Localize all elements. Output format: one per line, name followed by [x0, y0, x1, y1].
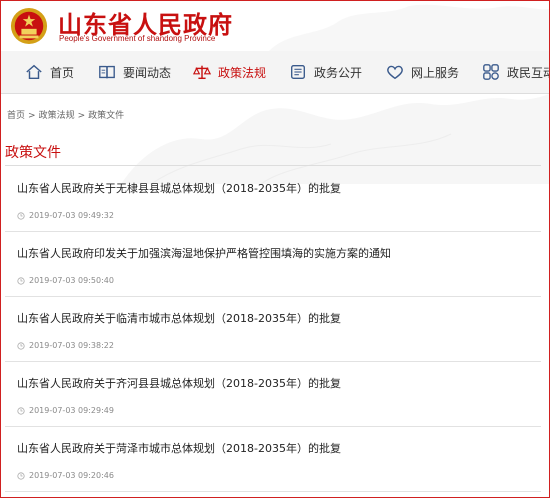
article-meta: 2019-07-03 09:38:22	[17, 341, 114, 350]
document-icon	[291, 65, 305, 79]
header-map-decoration	[269, 4, 549, 51]
clock-icon	[17, 406, 25, 415]
breadcrumb-home-link[interactable]: 首页	[7, 111, 25, 121]
article-title-link[interactable]: 山东省人民政府关于临清市城市总体规划（2018-2035年）的批复	[17, 310, 341, 326]
article-title-link[interactable]: 山东省人民政府关于齐河县县城总体规划（2018-2035年）的批复	[17, 375, 341, 391]
nav-item-home[interactable]: 首页	[25, 51, 74, 93]
site-header: 山东省人民政府 People's Government of shandong …	[1, 1, 549, 51]
nav-item-gov-affairs[interactable]: 政务公开	[289, 51, 362, 93]
article-datetime: 2019-07-03 09:29:49	[29, 406, 114, 415]
nav-item-policy[interactable]: 政策法规	[193, 51, 266, 93]
clock-icon	[17, 341, 25, 350]
scales-icon	[193, 65, 211, 80]
main-nav: 首页 要闻动态 政策法规 政务公开 网上服务 政民互	[1, 51, 549, 94]
nav-label: 要闻动态	[123, 65, 172, 80]
article-list: 山东省人民政府关于无棣县县城总体规划（2018-2035年）的批复 2019-0…	[5, 167, 541, 492]
article-meta: 2019-07-03 09:50:40	[17, 276, 114, 285]
page-title: 政策文件	[5, 145, 61, 161]
article-datetime: 2019-07-03 09:50:40	[29, 276, 114, 285]
nav-item-interaction[interactable]: 政民互动	[482, 51, 549, 93]
breadcrumb-section-link[interactable]: 政策法规	[39, 111, 75, 121]
list-item[interactable]: 山东省人民政府关于临清市城市总体规划（2018-2035年）的批复 2019-0…	[5, 297, 541, 362]
breadcrumb-current: 政策文件	[88, 111, 125, 121]
list-item[interactable]: 山东省人民政府关于无棣县县城总体规划（2018-2035年）的批复 2019-0…	[5, 167, 541, 232]
national-emblem-icon[interactable]	[10, 7, 48, 45]
article-datetime: 2019-07-03 09:20:46	[29, 471, 114, 480]
list-item[interactable]: 山东省人民政府关于齐河县县城总体规划（2018-2035年）的批复 2019-0…	[5, 362, 541, 427]
nav-item-online-service[interactable]: 网上服务	[386, 51, 459, 93]
divider	[5, 165, 541, 166]
article-meta: 2019-07-03 09:49:32	[17, 211, 114, 220]
article-title-link[interactable]: 山东省人民政府印发关于加强滨海湿地保护严格管控围填海的实施方案的通知	[17, 245, 391, 261]
interaction-icon	[483, 64, 499, 80]
breadcrumb-separator: >	[77, 111, 86, 121]
nav-label: 网上服务	[411, 65, 460, 80]
clock-icon	[17, 471, 25, 480]
page-frame: 山东省人民政府 People's Government of shandong …	[0, 0, 550, 498]
article-meta: 2019-07-03 09:20:46	[17, 471, 114, 480]
home-icon	[26, 64, 42, 80]
nav-item-news[interactable]: 要闻动态	[98, 51, 171, 93]
heart-icon	[387, 65, 403, 80]
nav-label: 首页	[50, 65, 75, 80]
book-icon	[99, 65, 115, 79]
article-datetime: 2019-07-03 09:38:22	[29, 341, 114, 350]
nav-label: 政民互动	[507, 65, 549, 80]
article-datetime: 2019-07-03 09:49:32	[29, 211, 114, 220]
clock-icon	[17, 211, 25, 220]
breadcrumb-separator: >	[28, 111, 36, 121]
nav-label: 政务公开	[314, 65, 363, 80]
article-title-link[interactable]: 山东省人民政府关于菏泽市城市总体规划（2018-2035年）的批复	[17, 440, 341, 456]
site-subtitle: People's Government of shandong Province	[59, 34, 216, 43]
list-item[interactable]: 山东省人民政府印发关于加强滨海湿地保护严格管控围填海的实施方案的通知 2019-…	[5, 232, 541, 297]
article-meta: 2019-07-03 09:29:49	[17, 406, 114, 415]
breadcrumb: 首页 > 政策法规 > 政策文件	[7, 108, 124, 121]
main-content: 首页 > 政策法规 > 政策文件 政策文件 山东省人民政府关于无棣县县城总体规划（201…	[1, 94, 549, 497]
list-item[interactable]: 山东省人民政府关于菏泽市城市总体规划（2018-2035年）的批复 2019-0…	[5, 427, 541, 492]
article-title-link[interactable]: 山东省人民政府关于无棣县县城总体规划（2018-2035年）的批复	[17, 180, 341, 196]
clock-icon	[17, 276, 25, 285]
nav-label: 政策法规	[218, 65, 267, 80]
